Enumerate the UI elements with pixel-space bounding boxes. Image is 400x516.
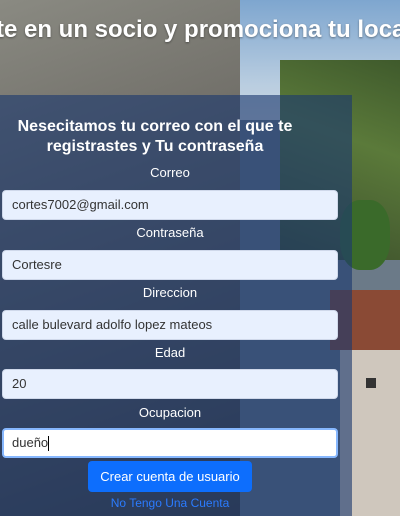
occupation-value: dueño [12, 435, 49, 450]
form-title-line2: registrastes y Tu contraseña [46, 138, 264, 155]
password-field[interactable]: Cortesre [2, 250, 338, 280]
create-account-button[interactable]: Crear cuenta de usuario [88, 461, 252, 492]
password-label: Contraseña [136, 225, 204, 240]
occupation-field[interactable]: dueño [2, 428, 338, 458]
address-label: Direccion [142, 285, 198, 300]
occupation-label: Ocupacion [138, 405, 202, 420]
age-field[interactable]: 20 [2, 369, 338, 399]
address-field[interactable]: calle bulevard adolfo lopez mateos [2, 310, 338, 340]
email-field[interactable]: cortes7002@gmail.com [2, 190, 338, 220]
text-caret [48, 436, 50, 452]
no-account-link[interactable]: No Tengo Una Cuenta [88, 496, 252, 510]
page-headline: te en un socio y promociona tu local [0, 16, 400, 43]
email-label: Correo [150, 165, 190, 180]
age-label: Edad [154, 345, 186, 360]
form-title-line1: Nesecitamos tu correo con el que te [17, 118, 293, 135]
window [366, 378, 376, 388]
form-title: Nesecitamos tu correo con el que te regi… [0, 117, 310, 157]
